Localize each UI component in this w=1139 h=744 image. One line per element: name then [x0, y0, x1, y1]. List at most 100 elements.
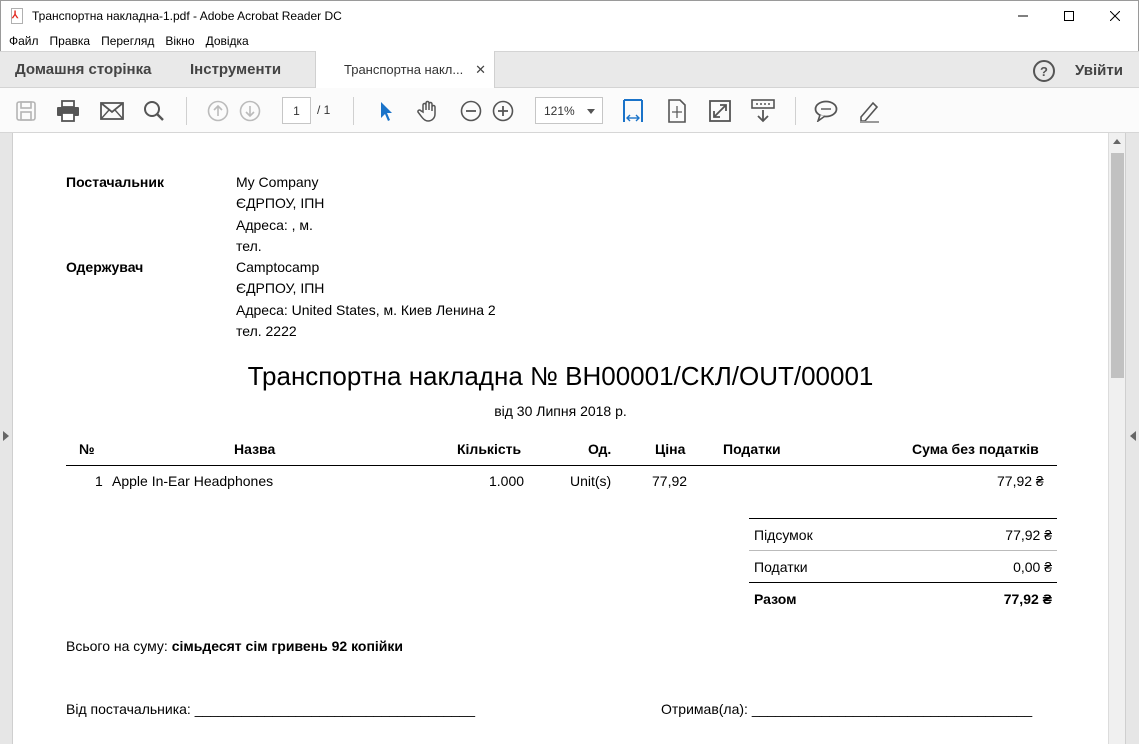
left-panel-toggle[interactable] [0, 133, 13, 744]
column-header-quantity: Кількість [457, 441, 522, 457]
hand-tool-button[interactable] [415, 98, 441, 124]
receiver-line: Адреса: United States, м. Киев Ленина 2 [236, 302, 496, 318]
tab-document[interactable]: Транспортна накл... ✕ [315, 51, 495, 88]
toolbar-separator [353, 97, 354, 125]
receiver-label: Одержувач [66, 259, 144, 275]
email-button[interactable] [99, 98, 125, 124]
menu-bar: Файл Правка Перегляд Вікно Довідка [0, 31, 1139, 51]
zoom-select[interactable]: 121% [535, 97, 603, 124]
supplier-line: ЄДРПОУ, ІПН [236, 195, 325, 211]
cell-quantity: 1.000 [489, 473, 525, 489]
receiver-line: Camptocamp [236, 259, 320, 275]
select-tool-button[interactable] [373, 98, 399, 124]
minus-circle-icon [460, 100, 482, 122]
zoom-value: 121% [544, 103, 575, 118]
taxes-label: Податки [754, 559, 808, 575]
menu-view[interactable]: Перегляд [101, 34, 154, 48]
menu-edit[interactable]: Правка [50, 34, 91, 48]
hand-icon [417, 100, 436, 122]
fit-page-button[interactable] [664, 98, 690, 124]
receiver-signature-line: Отримав(ла): ___________________________… [661, 701, 1033, 717]
printer-icon [57, 100, 79, 122]
table-header-divider [66, 465, 1057, 466]
scroll-mode-button[interactable] [750, 98, 776, 124]
total-label: Разом [754, 591, 797, 607]
subtotal-value: 77,92 ₴ [1005, 527, 1052, 543]
supplier-line: Адреса: , м. [236, 217, 313, 233]
arrow-up-circle-icon [207, 100, 229, 122]
zoom-in-button[interactable] [490, 98, 516, 124]
close-window-button[interactable] [1092, 1, 1138, 31]
column-header-unit: Од. [588, 441, 612, 457]
toolbar-separator [795, 97, 796, 125]
comment-icon [814, 100, 838, 122]
menu-file[interactable]: Файл [9, 34, 39, 48]
document-title: Транспортна накладна № BH00001/СКЛ/OUT/0… [247, 361, 874, 391]
total-words-label: Всього на суму: [66, 638, 168, 654]
pen-icon [860, 101, 879, 123]
zoom-out-button[interactable] [458, 98, 484, 124]
summary-subtotal-row: Підсумок 77,92 ₴ [749, 519, 1057, 551]
tab-tools[interactable]: Інструменти [190, 61, 281, 78]
full-screen-button[interactable] [707, 98, 733, 124]
menu-help[interactable]: Довідка [206, 34, 249, 48]
cursor-arrow-icon [381, 102, 392, 121]
title-bar: ⅄ Транспортна накладна-1.pdf - Adobe Acr… [0, 0, 1139, 31]
comment-button[interactable] [813, 98, 839, 124]
supplier-signature-line: Від постачальника: _____________________… [66, 701, 476, 717]
vertical-scrollbar[interactable] [1108, 133, 1125, 744]
chevron-left-icon [1130, 431, 1136, 441]
signin-button[interactable]: Увійти [1075, 62, 1123, 79]
cell-price: 77,92 [652, 473, 688, 489]
fit-page-icon [668, 99, 686, 123]
chevron-down-icon [587, 109, 595, 114]
maximize-button[interactable] [1046, 1, 1092, 31]
tab-home[interactable]: Домашня сторінка [15, 61, 151, 78]
next-page-button[interactable] [237, 98, 263, 124]
expand-icon [709, 100, 731, 122]
help-icon[interactable]: ? [1033, 60, 1055, 82]
page-number-input[interactable]: 1 [282, 97, 311, 124]
fit-width-button[interactable] [620, 98, 646, 124]
document-date: від 30 Липня 2018 р. [494, 403, 627, 419]
total-in-words: Всього на суму: сімьдесят сім гривень 92… [66, 638, 403, 654]
toolbar-separator [186, 97, 187, 125]
minimize-icon [1018, 15, 1028, 17]
chevron-right-icon [3, 431, 9, 441]
plus-circle-icon [492, 100, 514, 122]
supplier-line: My Company [236, 174, 319, 190]
print-button[interactable] [55, 98, 81, 124]
total-words-value: сімьдесят сім гривень 92 копійки [171, 638, 404, 654]
scroll-up-arrow-icon[interactable] [1113, 139, 1121, 144]
menu-window[interactable]: Вікно [165, 34, 194, 48]
column-header-name: Назва [234, 441, 276, 457]
column-header-price: Ціна [655, 441, 686, 457]
save-button[interactable] [13, 98, 39, 124]
maximize-icon [1064, 11, 1074, 21]
cell-unit: Unit(s) [570, 473, 612, 489]
minimize-button[interactable] [1000, 1, 1046, 31]
window-title: Транспортна накладна-1.pdf - Adobe Acrob… [32, 9, 342, 23]
subtotal-label: Підсумок [754, 527, 813, 543]
cell-name: Apple In-Ear Headphones [112, 473, 274, 489]
previous-page-button[interactable] [205, 98, 231, 124]
receiver-line: ЄДРПОУ, ІПН [236, 280, 325, 296]
summary-total-row: Разом 77,92 ₴ [749, 583, 1057, 615]
receiver-line: тел. 2222 [236, 323, 297, 339]
highlight-button[interactable] [856, 98, 882, 124]
cell-amount: 77,92 ₴ [997, 473, 1044, 489]
envelope-icon [100, 102, 124, 120]
right-panel-toggle[interactable] [1125, 133, 1139, 744]
taxes-value: 0,00 ₴ [1013, 559, 1052, 575]
document-tab-label: Транспортна накл... [344, 62, 464, 77]
column-header-taxes: Податки [723, 441, 781, 457]
document-area: Постачальник My Company ЄДРПОУ, ІПН Адре… [0, 133, 1139, 744]
arrow-down-circle-icon [239, 100, 261, 122]
scrollbar-thumb[interactable] [1111, 153, 1124, 378]
page-total: / 1 [317, 103, 331, 117]
fit-width-icon [623, 99, 643, 122]
tab-bar: Домашня сторінка Інструменти Транспортна… [0, 51, 1139, 88]
close-tab-icon[interactable]: ✕ [475, 62, 486, 78]
search-icon [144, 101, 164, 121]
search-button[interactable] [141, 98, 167, 124]
